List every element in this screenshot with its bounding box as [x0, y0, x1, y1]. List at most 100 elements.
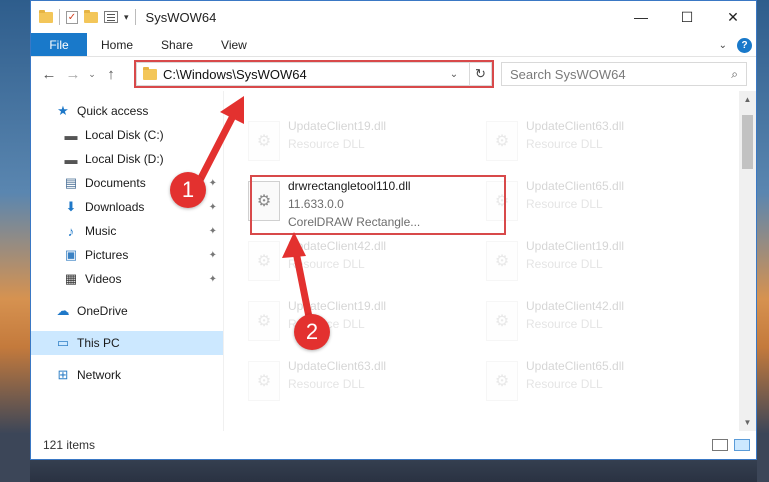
desktop-background-left — [0, 0, 30, 482]
dll-file-icon: ⚙ — [248, 361, 280, 401]
file-item[interactable]: ⚙ UpdateClient42.dll Resource DLL — [236, 237, 460, 295]
file-item[interactable]: ⚙ UpdateClient63.dll Resource DLL — [474, 117, 698, 175]
file-item[interactable]: ⚙ UpdateClient19.dll Resource DLL — [474, 237, 698, 295]
address-path[interactable]: C:\Windows\SysWOW64 — [163, 67, 439, 82]
view-options-icon[interactable] — [104, 11, 118, 23]
file-name: UpdateClient19.dll — [288, 119, 387, 133]
minimize-button[interactable]: — — [618, 1, 664, 33]
scroll-up-icon[interactable]: ▲ — [739, 91, 756, 108]
item-count: 121 items — [43, 438, 96, 452]
pin-icon[interactable]: ✦ — [209, 250, 217, 261]
status-bar: 121 items — [31, 431, 756, 459]
recent-locations-button[interactable]: ⌄ — [85, 69, 99, 80]
scroll-thumb[interactable] — [742, 115, 753, 169]
view-toggle — [712, 439, 750, 451]
download-icon: ⬇ — [65, 199, 77, 214]
tab-share[interactable]: Share — [147, 33, 207, 56]
dll-file-icon: ⚙ — [486, 181, 518, 221]
file-type: Resource DLL — [526, 317, 603, 331]
navigation-pane: ★ Quick access ▬ Local Disk (C:) ▬ Local… — [31, 91, 223, 431]
search-box[interactable]: Search SysWOW64 ⌕ — [501, 62, 747, 86]
separator — [59, 9, 60, 25]
quick-access-toolbar: ✓ ▾ SysWOW64 — [31, 9, 216, 25]
ribbon-right: ⌄ ? — [719, 33, 752, 57]
file-item[interactable]: ⚙ UpdateClient63.dll Resource DLL — [236, 357, 460, 415]
search-input[interactable]: Search SysWOW64 — [510, 67, 731, 82]
dll-file-icon: ⚙ — [248, 181, 280, 221]
customize-toolbar-icon[interactable]: ▾ — [124, 12, 129, 23]
forward-button[interactable]: → — [61, 66, 85, 83]
properties-check-icon[interactable]: ✓ — [66, 10, 78, 24]
window-title: SysWOW64 — [145, 9, 217, 25]
navigation-bar: ← → ⌄ ↑ C:\Windows\SysWOW64 ⌄ ↻ Search S… — [31, 57, 756, 91]
star-icon: ★ — [57, 103, 69, 118]
file-description: CorelDRAW Rectangle... — [288, 215, 421, 229]
sidebar-item-pictures[interactable]: ▣ Pictures ✦ — [31, 243, 223, 267]
sidebar-item-label: Pictures — [85, 248, 129, 262]
close-button[interactable]: ✕ — [710, 1, 756, 33]
sidebar-item-label: Music — [85, 224, 117, 238]
vertical-scrollbar[interactable]: ▲ ▼ — [739, 91, 756, 431]
sidebar-item-local-disk-c[interactable]: ▬ Local Disk (C:) — [31, 123, 223, 147]
sidebar-item-label: Local Disk (D:) — [85, 152, 164, 166]
file-item[interactable]: ⚙ UpdateClient42.dll Resource DLL — [474, 297, 698, 355]
file-type: Resource DLL — [288, 257, 365, 271]
maximize-button[interactable]: ☐ — [664, 1, 710, 33]
sidebar-item-label: Videos — [85, 272, 122, 286]
back-button[interactable]: ← — [37, 66, 61, 83]
scroll-down-icon[interactable]: ▼ — [739, 414, 756, 431]
file-name: UpdateClient65.dll — [526, 179, 625, 193]
file-type: Resource DLL — [526, 257, 603, 271]
file-type: Resource DLL — [288, 377, 365, 391]
music-icon: ♪ — [67, 223, 75, 239]
file-item-drwrectangletool110[interactable]: ⚙ drwrectangletool110.dll 11.633.0.0 Cor… — [236, 177, 460, 235]
pin-icon[interactable]: ✦ — [209, 226, 217, 237]
dll-file-icon: ⚙ — [248, 121, 280, 161]
pin-icon[interactable]: ✦ — [209, 202, 217, 213]
details-view-icon[interactable] — [712, 439, 728, 451]
up-button[interactable]: ↑ — [99, 66, 123, 83]
file-name: UpdateClient19.dll — [288, 299, 387, 313]
videos-icon: ▦ — [64, 271, 78, 286]
folder-icon — [143, 66, 157, 80]
sidebar-item-this-pc[interactable]: ▭ This PC — [31, 331, 223, 355]
pin-icon[interactable]: ✦ — [209, 274, 217, 285]
file-item[interactable]: ⚙ UpdateClient19.dll Resource DLL — [236, 117, 460, 175]
search-icon[interactable]: ⌕ — [731, 67, 738, 82]
help-icon[interactable]: ? — [737, 37, 752, 53]
sidebar-item-label: Documents — [85, 176, 146, 190]
pin-icon[interactable]: ✦ — [209, 178, 217, 189]
sidebar-item-quick-access[interactable]: ★ Quick access — [31, 99, 223, 123]
step-marker-2: 2 — [294, 314, 330, 350]
ribbon-tabs: File Home Share View ⌄ ? — [31, 33, 756, 57]
tab-home[interactable]: Home — [87, 33, 147, 56]
dll-file-icon: ⚙ — [486, 301, 518, 341]
address-dropdown-icon[interactable]: ⌄ — [445, 69, 463, 80]
sidebar-item-music[interactable]: ♪ Music ✦ — [31, 219, 223, 243]
folder-icon — [39, 9, 53, 23]
tab-file[interactable]: File — [31, 33, 87, 56]
sidebar-item-network[interactable]: ⊞ Network — [31, 363, 223, 387]
tiles-view-icon[interactable] — [734, 439, 750, 451]
main-area: ★ Quick access ▬ Local Disk (C:) ▬ Local… — [31, 91, 756, 431]
file-item[interactable]: ⚙ UpdateClient65.dll Resource DLL — [474, 357, 698, 415]
file-version: 11.633.0.0 — [288, 197, 344, 211]
expand-ribbon-icon[interactable]: ⌄ — [719, 40, 727, 51]
address-bar[interactable]: C:\Windows\SysWOW64 ⌄ ↻ — [136, 62, 492, 86]
pictures-icon: ▣ — [64, 247, 78, 262]
window-controls: — ☐ ✕ — [618, 1, 756, 33]
tab-view[interactable]: View — [207, 33, 261, 56]
dll-file-icon: ⚙ — [486, 121, 518, 161]
sidebar-item-local-disk-d[interactable]: ▬ Local Disk (D:) — [31, 147, 223, 171]
file-item[interactable]: ⚙ UpdateClient65.dll Resource DLL — [474, 177, 698, 235]
new-folder-icon[interactable] — [84, 9, 98, 23]
dll-file-icon: ⚙ — [248, 241, 280, 281]
file-item[interactable]: ⚙ UpdateClient19.dll Resource DLL — [236, 297, 460, 355]
refresh-button[interactable]: ↻ — [469, 63, 491, 85]
drive-icon: ▬ — [64, 151, 78, 167]
sidebar-item-videos[interactable]: ▦ Videos ✦ — [31, 267, 223, 291]
file-name: UpdateClient63.dll — [288, 359, 387, 373]
sidebar-item-onedrive[interactable]: ☁ OneDrive — [31, 299, 223, 323]
explorer-window: ✓ ▾ SysWOW64 — ☐ ✕ File Home Share View … — [30, 0, 757, 460]
sidebar-item-label: Network — [77, 368, 122, 382]
